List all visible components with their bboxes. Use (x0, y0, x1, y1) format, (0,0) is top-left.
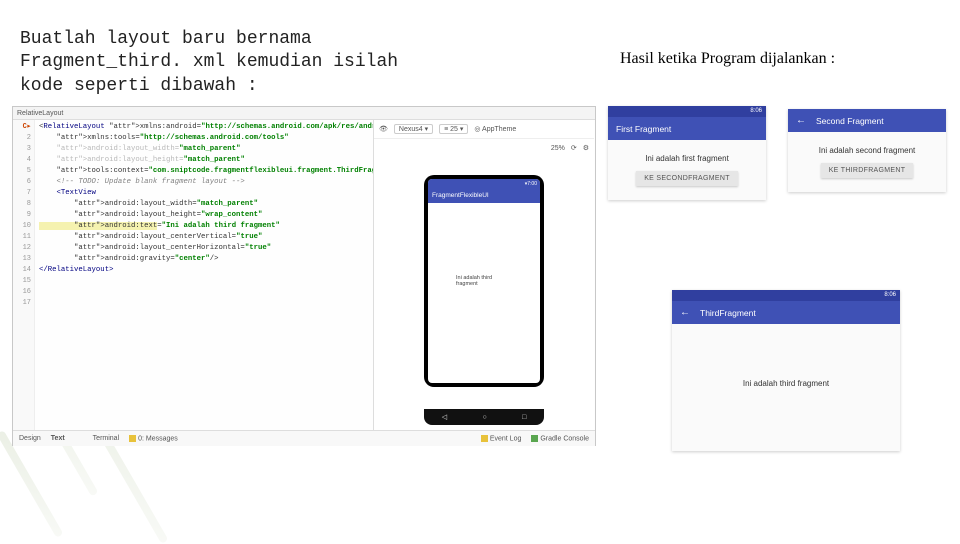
tab-design[interactable]: Design (19, 435, 41, 442)
shot3-title: ThirdFragment (700, 308, 756, 318)
screenshot-second-fragment: ← Second Fragment Ini adalah second frag… (788, 109, 946, 192)
shot3-appbar: ← ThirdFragment (672, 301, 900, 324)
phone-navbar: ◁ ○ □ (424, 409, 544, 425)
code-editor[interactable]: <RelativeLayout "attr">xmlns:android="ht… (35, 120, 373, 430)
back-icon[interactable]: ← (680, 307, 690, 318)
shot1-appbar: First Fragment (608, 117, 766, 140)
shot1-body-text: Ini adalah first fragment (622, 154, 752, 163)
instruction-text: Buatlah layout baru bernamaFragment_thir… (20, 28, 500, 98)
screenshot-third-fragment: 8:06 ← ThirdFragment Ini adalah third fr… (672, 290, 900, 451)
device-frame: ▾7:00 FragmentFlexibleUI Ini adalah thir… (424, 175, 544, 387)
shot2-body-text: Ini adalah second fragment (802, 146, 932, 155)
tool-terminal[interactable]: Terminal (93, 435, 119, 442)
ide-window: RelativeLayout C▸23456789101112131415161… (12, 106, 596, 446)
ide-tabbar: RelativeLayout (13, 107, 595, 120)
api-selector[interactable]: ≡ 25 ▾ (439, 124, 468, 134)
back-icon[interactable]: ← (796, 115, 806, 126)
shot3-body-text: Ini adalah third fragment (686, 379, 886, 388)
nav-recent-icon: □ (522, 414, 526, 421)
screenshot-first-fragment: 8:06 First Fragment Ini adalah first fra… (608, 106, 766, 200)
nav-back-icon: ◁ (442, 413, 447, 421)
shot2-appbar: ← Second Fragment (788, 109, 946, 132)
shot1-button[interactable]: KE SECONDFRAGMENT (636, 171, 738, 186)
tool-event-log[interactable]: Event Log (481, 435, 522, 442)
tool-messages[interactable]: 0: Messages (129, 435, 178, 442)
result-heading: Hasil ketika Program dijalankan : (620, 50, 835, 68)
zoom-level[interactable]: 25% (551, 145, 565, 152)
ide-tab[interactable]: RelativeLayout (17, 110, 63, 117)
phone-appbar: FragmentFlexibleUI (428, 189, 540, 203)
preview-toolbar: 👁 Nexus4 ▾ ≡ 25 ▾ ◎ AppTheme (374, 120, 594, 139)
device-selector[interactable]: Nexus4 ▾ (394, 124, 433, 134)
theme-selector[interactable]: ◎ AppTheme (474, 125, 516, 133)
line-gutter: C▸234567891011121314151617 (13, 120, 35, 430)
shot1-statusbar: 8:06 (608, 106, 766, 117)
tool-gradle-console[interactable]: Gradle Console (531, 435, 589, 442)
phone-statusbar: ▾7:00 (428, 179, 540, 189)
refresh-icon[interactable]: ⟳ (571, 144, 577, 152)
shot2-button[interactable]: KE THIRDFRAGMENT (821, 163, 914, 178)
settings-icon[interactable]: ⚙ (583, 144, 589, 152)
tab-text[interactable]: Text (51, 435, 65, 442)
shot2-title: Second Fragment (816, 116, 884, 126)
layout-preview-pane: 👁 Nexus4 ▾ ≡ 25 ▾ ◎ AppTheme 25% ⟳ ⚙ ▾7:… (373, 120, 594, 430)
nav-home-icon: ○ (482, 414, 486, 421)
phone-center-text: Ini adalah third fragment (456, 275, 512, 287)
shot3-statusbar: 8:06 (672, 290, 900, 301)
eye-icon[interactable]: 👁 (379, 125, 388, 133)
